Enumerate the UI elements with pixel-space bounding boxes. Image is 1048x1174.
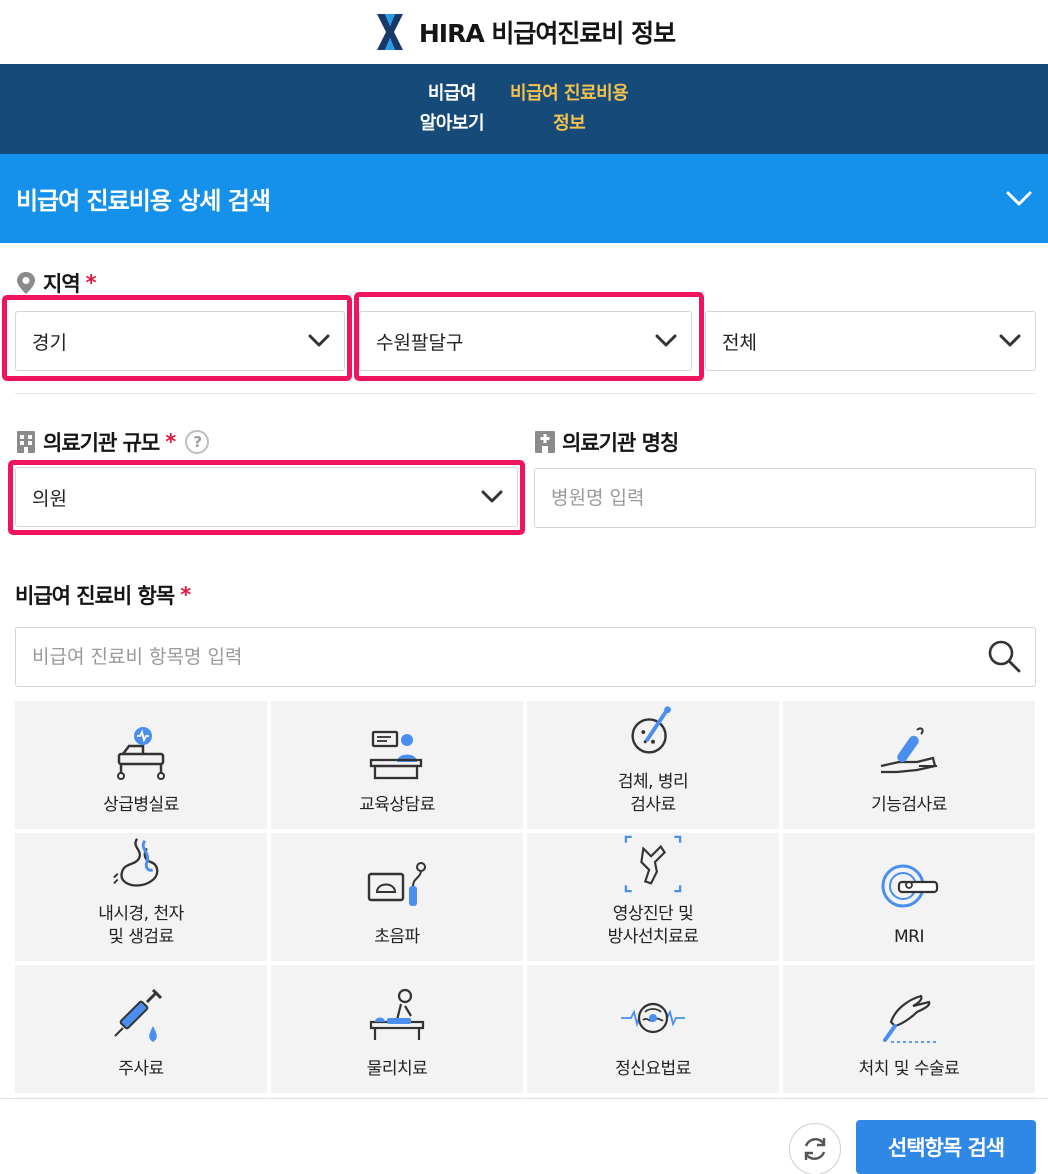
nav-item-cost-info[interactable]: 비급여 진료비용 정보 xyxy=(510,79,629,139)
items-label-text: 비급여 진료비 항목 xyxy=(15,584,175,608)
institution-size-select[interactable]: 의원 xyxy=(15,467,518,527)
search-icon[interactable] xyxy=(986,638,1022,674)
institution-name-input[interactable] xyxy=(534,468,1036,528)
category-injection-fee[interactable]: 주사료 xyxy=(15,965,267,1093)
nav-item-cost-info-line2: 정보 xyxy=(553,113,586,134)
required-mark: * xyxy=(165,430,176,454)
category-label: 기능검사료 xyxy=(871,795,947,815)
ultrasound-icon xyxy=(367,862,426,906)
radiology-icon xyxy=(624,835,682,893)
hospital-bed-icon xyxy=(117,727,165,780)
specimen-test-icon xyxy=(631,706,671,754)
refresh-icon xyxy=(804,1138,826,1160)
category-ward-fee[interactable]: 상급병실료 xyxy=(15,701,267,829)
chevron-down-icon xyxy=(308,334,330,347)
category-endoscopy-fee[interactable]: 내시경, 천자 및 생검료 xyxy=(15,833,267,961)
category-mri[interactable]: MRI xyxy=(783,833,1035,961)
reset-button[interactable] xyxy=(789,1123,841,1174)
nav-item-cost-info-line1: 비급여 진료비용 xyxy=(510,83,629,104)
category-label: 교육상담료 xyxy=(359,795,435,815)
category-label: MRI xyxy=(894,927,925,947)
category-label: 주사료 xyxy=(118,1059,164,1079)
category-radiology-fee[interactable]: 영상진단 및 방사선치료료 xyxy=(527,833,779,961)
category-label: 영상진단 및 방사선치료료 xyxy=(607,904,699,947)
district-select[interactable]: 수원팔달구 xyxy=(359,311,692,371)
category-psychotherapy-fee[interactable]: 정신요법료 xyxy=(527,965,779,1093)
divider xyxy=(15,393,1035,394)
required-mark: * xyxy=(85,271,97,295)
category-ultrasound[interactable]: 초음파 xyxy=(271,833,523,961)
town-select[interactable]: 전체 xyxy=(705,311,1036,371)
chevron-down-icon xyxy=(1006,191,1032,205)
category-grid: 상급병실료 교육상담료 검체, 병리 검사료 기능검사료 내시경, 천자 및 생… xyxy=(15,701,1035,1101)
function-test-icon xyxy=(880,727,937,774)
institution-size-label-text: 의료기관 규모 xyxy=(43,431,160,455)
institution-size-label: 의료기관 규모 * ? xyxy=(15,427,210,457)
nav-item-about-line2: 알아보기 xyxy=(419,113,485,134)
main-nav: 비급여 알아보기 비급여 진료비용 정보 xyxy=(0,64,1048,154)
surgery-hand-icon xyxy=(883,994,937,1043)
physical-therapy-icon xyxy=(369,988,425,1040)
region-label-text: 지역 xyxy=(43,272,81,296)
category-physical-therapy[interactable]: 물리치료 xyxy=(271,965,523,1093)
category-specimen-test-fee[interactable]: 검체, 병리 검사료 xyxy=(527,701,779,829)
category-label: 정신요법료 xyxy=(615,1059,691,1079)
syringe-icon xyxy=(114,988,163,1042)
district-select-value: 수원팔달구 xyxy=(376,331,464,354)
category-label: 처치 및 수술료 xyxy=(858,1059,960,1079)
hira-x-logo-icon xyxy=(376,14,403,50)
counseling-desk-icon xyxy=(369,730,423,780)
category-surgery-fee[interactable]: 처치 및 수술료 xyxy=(783,965,1035,1093)
province-select[interactable]: 경기 xyxy=(15,311,345,371)
institution-size-select-value: 의원 xyxy=(32,487,67,510)
app-title: HIRA 비급여진료비 정보 xyxy=(418,19,676,48)
region-label: 지역 * xyxy=(15,268,97,298)
hospital-icon xyxy=(535,431,555,453)
province-select-value: 경기 xyxy=(32,331,67,354)
search-selected-button[interactable]: 선택항목 검색 xyxy=(856,1120,1036,1174)
institution-name-label-text: 의료기관 명칭 xyxy=(562,431,679,455)
building-icon xyxy=(17,431,35,453)
town-select-value: 전체 xyxy=(722,331,757,354)
mri-icon xyxy=(881,864,939,908)
nav-item-about[interactable]: 비급여 알아보기 xyxy=(419,79,485,139)
category-label: 검체, 병리 검사료 xyxy=(617,772,689,815)
item-search-input[interactable] xyxy=(15,627,1036,687)
endoscopy-icon xyxy=(113,838,159,887)
category-counseling-fee[interactable]: 교육상담료 xyxy=(271,701,523,829)
question-mark-icon[interactable]: ? xyxy=(185,430,210,454)
location-pin-icon xyxy=(17,272,35,294)
chevron-down-icon xyxy=(481,490,503,503)
institution-name-label: 의료기관 명칭 xyxy=(534,427,679,457)
category-label: 상급병실료 xyxy=(103,795,179,815)
chevron-down-icon xyxy=(999,334,1021,347)
brain-wave-icon xyxy=(621,1002,685,1034)
items-label: 비급여 진료비 항목 * xyxy=(15,580,191,610)
detail-search-toggle[interactable]: 비급여 진료비용 상세 검색 xyxy=(0,154,1048,243)
section-title: 비급여 진료비용 상세 검색 xyxy=(16,187,271,215)
nav-item-about-line1: 비급여 xyxy=(427,83,477,104)
category-label: 물리치료 xyxy=(366,1059,428,1079)
required-mark: * xyxy=(180,583,191,607)
category-label: 내시경, 천자 및 생검료 xyxy=(98,904,184,947)
app-header: HIRA 비급여진료비 정보 xyxy=(0,0,1048,64)
chevron-down-icon xyxy=(655,334,677,347)
category-label: 초음파 xyxy=(374,927,420,947)
category-function-test-fee[interactable]: 기능검사료 xyxy=(783,701,1035,829)
